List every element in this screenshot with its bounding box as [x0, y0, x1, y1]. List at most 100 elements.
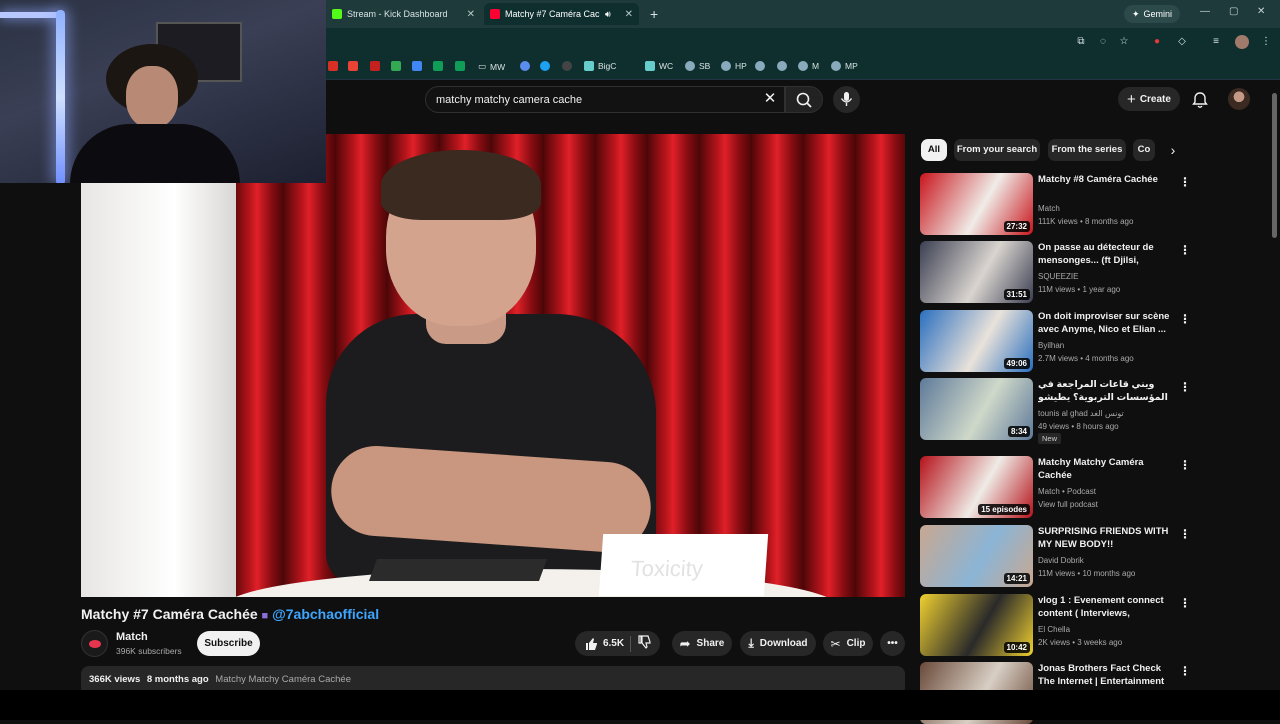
- playlist-link[interactable]: Matchy Matchy Caméra Cachée: [215, 674, 351, 685]
- chip-all[interactable]: All: [921, 139, 947, 161]
- scrollbar-thumb[interactable]: [1272, 93, 1277, 238]
- bookmark-mp[interactable]: MP: [831, 61, 858, 71]
- puzzle-icon[interactable]: ◇: [1176, 36, 1188, 48]
- video-thumbnail[interactable]: 31:51: [920, 241, 1033, 303]
- bookmark-mw[interactable]: ▭ MW: [478, 61, 505, 72]
- bookmark-site-1[interactable]: [520, 61, 530, 71]
- recommendation-channel[interactable]: SQUEEZIE: [1038, 270, 1078, 283]
- more-options-icon[interactable]: ⋮: [1179, 458, 1191, 472]
- channel-avatar[interactable]: [81, 630, 108, 657]
- star-icon[interactable]: ☆: [1118, 36, 1130, 48]
- recommendation-item[interactable]: 14:21 SURPRISING FRIENDS WITH MY NEW BODY…: [920, 525, 1191, 587]
- dislike-button[interactable]: [637, 635, 651, 652]
- maximize-icon[interactable]: ▢: [1229, 6, 1238, 17]
- recommendation-item[interactable]: 49:06 On doit improviser sur scène avec A…: [920, 310, 1191, 372]
- recommendation-title[interactable]: vlog 1 : Evenement connect content ( Int…: [1038, 594, 1178, 621]
- bookmark-hp[interactable]: HP: [721, 61, 747, 71]
- recommendation-title[interactable]: SURPRISING FRIENDS WITH MY NEW BODY!!: [1038, 525, 1178, 551]
- video-thumbnail[interactable]: 10:42: [920, 594, 1033, 656]
- eye-slash-icon[interactable]: ◌: [1097, 36, 1109, 48]
- more-options-icon[interactable]: ⋮: [1179, 664, 1191, 678]
- video-thumbnail[interactable]: 49:06: [920, 310, 1033, 372]
- recommendation-meta: 11M views • 1 year ago: [1038, 285, 1121, 294]
- more-actions-button[interactable]: •••: [880, 631, 905, 656]
- more-options-icon[interactable]: ⋮: [1179, 175, 1191, 189]
- account-avatar[interactable]: [1228, 88, 1250, 110]
- chip-from-the-series[interactable]: From the series: [1048, 139, 1126, 161]
- search-button[interactable]: [785, 86, 823, 113]
- speaker-icon[interactable]: 🔊︎: [605, 9, 611, 20]
- channel-name[interactable]: Match: [116, 631, 148, 643]
- subscribe-button[interactable]: Subscribe: [197, 631, 260, 656]
- menu-icon[interactable]: ⋮: [1260, 36, 1272, 48]
- like-button[interactable]: 6.5K: [584, 637, 624, 651]
- voice-search-button[interactable]: [833, 86, 860, 113]
- video-thumbnail[interactable]: 14:21: [920, 525, 1033, 587]
- cast-icon[interactable]: ⧉: [1075, 36, 1087, 48]
- recommendation-channel[interactable]: David Dobrik: [1038, 554, 1084, 567]
- bookmark-sheets-2[interactable]: [455, 61, 465, 71]
- recommendation-title[interactable]: Matchy #8 Caméra Cachée: [1038, 173, 1178, 186]
- bookmark-docs[interactable]: [412, 61, 422, 71]
- bookmark-bigc[interactable]: BigC: [584, 61, 616, 71]
- video-thumbnail[interactable]: 15 episodes: [920, 456, 1033, 518]
- bookmark-site-2[interactable]: [540, 61, 550, 71]
- tab-youtube-video[interactable]: Matchy #7 Caméra Cachée 🔊︎ ✕: [484, 3, 639, 25]
- reading-list-icon[interactable]: ≡: [1210, 36, 1222, 48]
- video-thumbnail[interactable]: 8:34: [920, 378, 1033, 440]
- close-tab-icon[interactable]: ✕: [625, 9, 633, 20]
- recommendation-item[interactable]: 15 episodes Matchy Matchy Caméra Cachée Ma…: [920, 456, 1191, 518]
- clip-button[interactable]: ✂ Clip: [823, 631, 873, 656]
- bookmark-sb[interactable]: SB: [685, 61, 710, 71]
- download-button[interactable]: ⤓ Download: [740, 631, 816, 656]
- chevron-right-icon[interactable]: ›: [1164, 141, 1182, 159]
- video-player[interactable]: Toxicity: [81, 134, 905, 597]
- recommendation-channel[interactable]: El Chella: [1038, 623, 1070, 636]
- chip-partial[interactable]: Co: [1133, 139, 1155, 161]
- recommendation-title[interactable]: Matchy Matchy Caméra Cachée: [1038, 456, 1178, 482]
- notifications-bell-icon[interactable]: [1190, 90, 1210, 110]
- clear-search-icon[interactable]: ✕: [762, 90, 778, 108]
- video-thumbnail[interactable]: 27:32: [920, 173, 1033, 235]
- bookmark-wc[interactable]: WC: [645, 61, 673, 71]
- bookmark-sheets-1[interactable]: [433, 61, 443, 71]
- bookmark-gmail-1[interactable]: [328, 61, 338, 71]
- create-button[interactable]: + Create: [1118, 87, 1180, 111]
- extension-icon[interactable]: ●: [1151, 36, 1163, 48]
- recommendation-title[interactable]: On doit improviser sur scène avec Anyme,…: [1038, 310, 1178, 336]
- bookmark-site-5[interactable]: [777, 61, 787, 71]
- bookmark-gmail-3[interactable]: [370, 61, 380, 71]
- recommendation-title[interactable]: On passe au détecteur de mensonges... (f…: [1038, 241, 1178, 268]
- recommendation-item[interactable]: 10:42 vlog 1 : Evenement connect content …: [920, 594, 1191, 656]
- recommendation-item[interactable]: 31:51 On passe au détecteur de mensonges.…: [920, 241, 1191, 303]
- profile-avatar[interactable]: [1235, 35, 1249, 49]
- recommendation-item[interactable]: 27:32 Matchy #8 Caméra Cachée Match 111K vi…: [920, 173, 1191, 235]
- recommendation-channel[interactable]: Byilhan: [1038, 339, 1064, 352]
- tab-kick-dashboard[interactable]: Stream - Kick Dashboard ✕: [326, 3, 481, 25]
- recommendation-title[interactable]: Jonas Brothers Fact Check The Internet |…: [1038, 662, 1178, 689]
- more-options-icon[interactable]: ⋮: [1179, 243, 1191, 257]
- minimize-icon[interactable]: —: [1200, 6, 1210, 17]
- new-tab-button[interactable]: +: [644, 3, 664, 25]
- recommendation-item[interactable]: 8:34 ويني قاعات المراجعة في المؤسسات التر…: [920, 378, 1191, 444]
- more-options-icon[interactable]: ⋮: [1179, 380, 1191, 394]
- close-tab-icon[interactable]: ✕: [467, 9, 475, 20]
- bookmark-site-4[interactable]: [755, 61, 765, 71]
- gemini-button[interactable]: ✦ Gemini: [1123, 5, 1180, 23]
- recommendation-channel[interactable]: Match: [1038, 202, 1060, 215]
- recommendation-channel[interactable]: tounis al ghad تونس الغد: [1038, 407, 1124, 420]
- close-window-icon[interactable]: ✕: [1257, 6, 1265, 17]
- bookmark-m[interactable]: M: [798, 61, 819, 71]
- bookmark-drive[interactable]: [391, 61, 401, 71]
- search-input[interactable]: matchy matchy camera cache: [425, 86, 785, 113]
- mention-link[interactable]: @7abchaofficial: [272, 606, 379, 622]
- more-options-icon[interactable]: ⋮: [1179, 312, 1191, 326]
- more-options-icon[interactable]: ⋮: [1179, 596, 1191, 610]
- more-options-icon[interactable]: ⋮: [1179, 527, 1191, 541]
- bookmark-site-3[interactable]: [562, 61, 572, 71]
- recommendation-title[interactable]: ويني قاعات المراجعة في المؤسسات التربوية…: [1038, 378, 1178, 405]
- bookmark-gmail-2[interactable]: [348, 61, 358, 71]
- share-button[interactable]: ➦ Share: [672, 631, 732, 656]
- recommendation-channel[interactable]: Match • Podcast: [1038, 485, 1096, 498]
- chip-from-your-search[interactable]: From your search: [954, 139, 1040, 161]
